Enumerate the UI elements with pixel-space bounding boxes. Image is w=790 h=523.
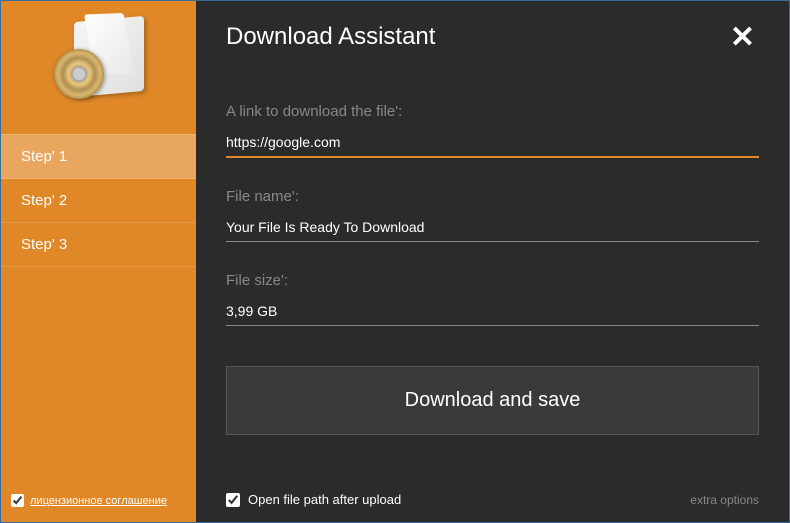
link-input[interactable] xyxy=(226,130,759,158)
installer-icon xyxy=(54,19,144,104)
download-button[interactable]: Download and save xyxy=(226,366,759,435)
open-path-label: Open file path after upload xyxy=(248,492,401,507)
filesize-label: File size': xyxy=(226,272,759,289)
link-label: A link to download the file': xyxy=(226,103,759,120)
step-label: Step' 2 xyxy=(21,192,67,209)
open-path-toggle[interactable]: Open file path after upload xyxy=(226,492,401,507)
step-label: Step' 1 xyxy=(21,148,67,165)
step-1[interactable]: Step' 1 xyxy=(1,134,196,179)
filename-field-group: File name': xyxy=(226,188,759,242)
main-panel: Download Assistant ✕ A link to download … xyxy=(196,1,789,522)
filename-input[interactable] xyxy=(226,215,759,242)
bottom-row: Open file path after upload extra option… xyxy=(226,492,759,507)
filesize-field-group: File size': xyxy=(226,272,759,326)
license-link[interactable]: лицензионное соглашение xyxy=(30,495,167,507)
sidebar: Step' 1 Step' 2 Step' 3 лицензионное сог… xyxy=(1,1,196,522)
header: Download Assistant ✕ xyxy=(226,23,759,53)
filesize-input[interactable] xyxy=(226,299,759,326)
link-field-group: A link to download the file': xyxy=(226,103,759,158)
extra-options-link[interactable]: extra options xyxy=(690,493,759,507)
step-label: Step' 3 xyxy=(21,236,67,253)
filename-label: File name': xyxy=(226,188,759,205)
steps-list: Step' 1 Step' 2 Step' 3 xyxy=(1,134,196,267)
license-checkbox[interactable] xyxy=(11,494,24,507)
download-form: A link to download the file': File name'… xyxy=(226,103,759,435)
step-3[interactable]: Step' 3 xyxy=(1,223,196,267)
close-icon[interactable]: ✕ xyxy=(726,23,759,53)
step-2[interactable]: Step' 2 xyxy=(1,179,196,223)
page-title: Download Assistant xyxy=(226,23,435,51)
open-path-checkbox[interactable] xyxy=(226,493,240,507)
license-agreement: лицензионное соглашение xyxy=(11,494,167,507)
